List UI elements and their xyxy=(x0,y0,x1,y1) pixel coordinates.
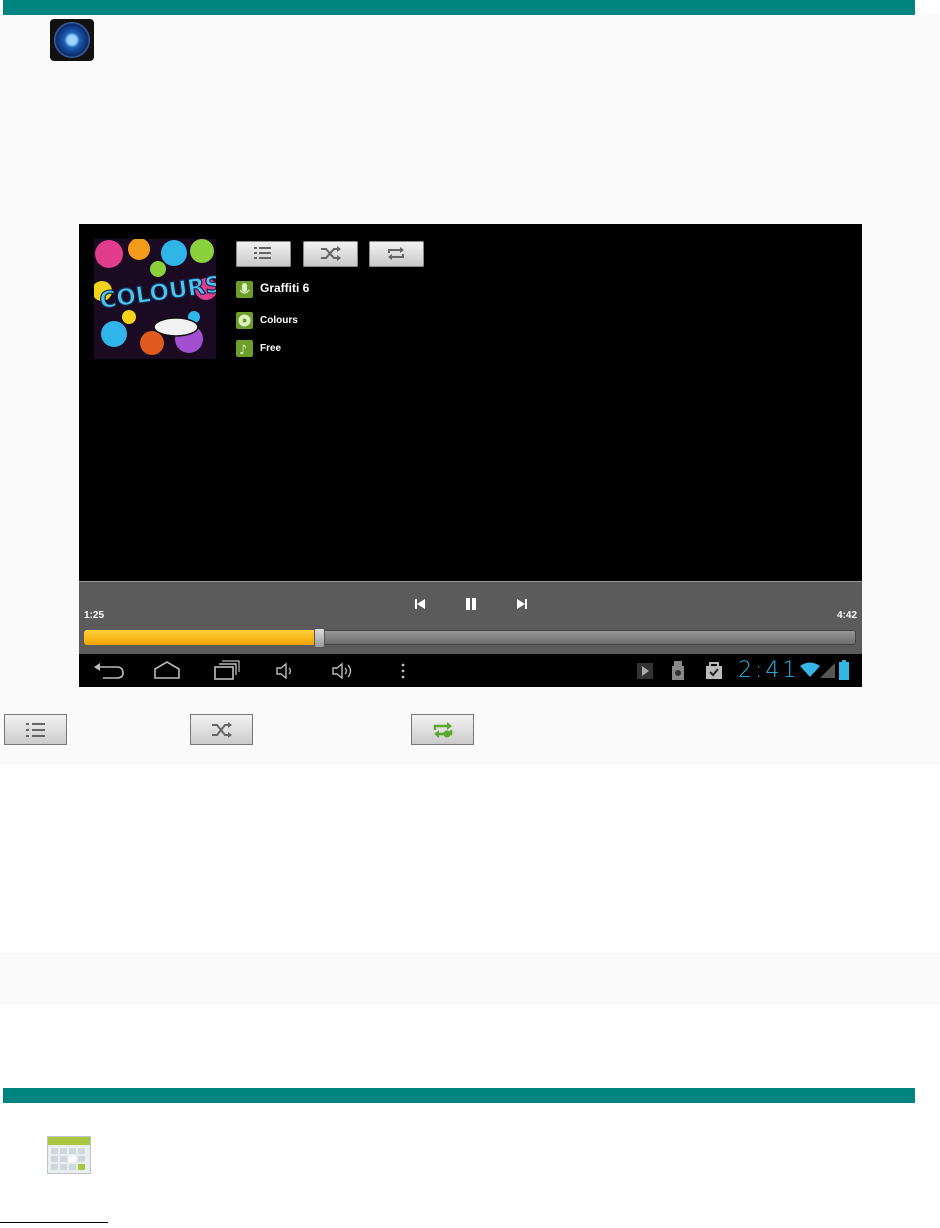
speaker-icon xyxy=(50,19,94,61)
calendar-grid-icon xyxy=(47,1136,91,1174)
playback-controls: 1:25 4:42 xyxy=(79,581,862,655)
seek-bar-progress xyxy=(84,630,319,645)
music-note-icon: ♪ xyxy=(236,340,253,358)
section-header-bar-2 xyxy=(3,1088,915,1103)
play-store-notification-icon xyxy=(637,663,653,679)
section-header-bar xyxy=(3,0,915,15)
music-player-screenshot: COLOURS Graffiti 6 Colours ♪ Free 1:25 4… xyxy=(79,224,862,687)
playlist-button-large[interactable] xyxy=(4,714,67,745)
shuffle-icon xyxy=(321,246,341,261)
song-title: Graffiti 6 xyxy=(260,281,310,295)
volume-up-icon[interactable] xyxy=(331,662,357,680)
wifi-icon xyxy=(800,662,820,677)
microphone-icon xyxy=(236,281,253,298)
footnote-rule xyxy=(0,1222,108,1223)
usb-notification-icon xyxy=(672,661,684,680)
section-background-lower xyxy=(0,953,940,1005)
volume-down-icon[interactable] xyxy=(275,662,297,680)
shuffle-button-large[interactable] xyxy=(190,714,253,745)
total-duration: 4:42 xyxy=(836,610,857,621)
home-icon[interactable] xyxy=(153,660,181,680)
artist-name: Free xyxy=(260,343,282,354)
repeat-active-icon xyxy=(433,722,453,738)
pause-button[interactable] xyxy=(463,596,479,612)
recent-apps-icon[interactable] xyxy=(213,660,241,680)
shopping-bag-notification-icon xyxy=(706,662,722,679)
menu-icon[interactable] xyxy=(399,662,407,680)
list-icon xyxy=(254,247,271,259)
signal-icon xyxy=(820,663,835,678)
back-icon[interactable] xyxy=(93,662,125,680)
next-button[interactable] xyxy=(515,597,529,611)
shuffle-button[interactable] xyxy=(303,241,358,267)
seek-bar-thumb[interactable] xyxy=(314,628,325,648)
status-clock: 2:41 xyxy=(738,658,800,683)
list-icon xyxy=(26,723,45,737)
album-name: Colours xyxy=(260,315,298,326)
battery-icon xyxy=(839,660,849,680)
previous-button[interactable] xyxy=(413,597,427,611)
repeat-button[interactable] xyxy=(369,241,424,267)
album-art: COLOURS xyxy=(94,239,216,359)
seek-bar[interactable] xyxy=(84,628,856,648)
playlist-button[interactable] xyxy=(236,241,291,267)
repeat-one-button-large[interactable] xyxy=(411,714,474,745)
svg-text:♪: ♪ xyxy=(239,343,247,357)
system-navigation-bar: 2:41 xyxy=(79,654,862,687)
shuffle-icon xyxy=(212,722,232,738)
repeat-icon xyxy=(388,247,404,260)
disc-icon xyxy=(236,312,253,329)
elapsed-time: 1:25 xyxy=(84,610,105,621)
